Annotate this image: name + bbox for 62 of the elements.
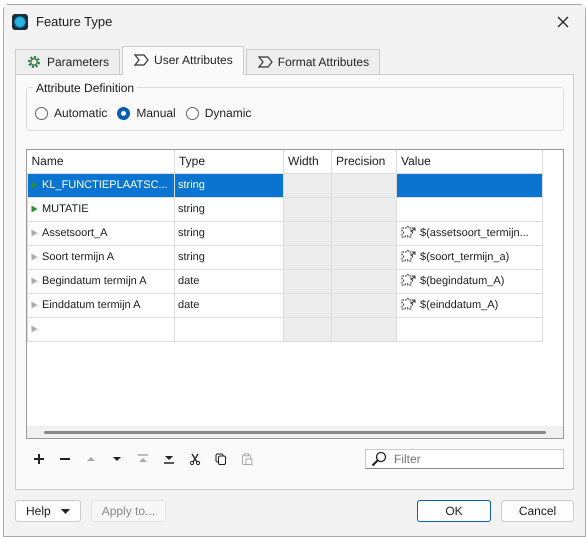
table-cell[interactable]: Soort termijn A <box>28 245 174 269</box>
scissors-icon <box>189 453 201 465</box>
move-top-icon <box>137 453 149 465</box>
table-cell[interactable]: KL_FUNCTIEPLAATSC... <box>28 173 174 197</box>
column-header[interactable]: Precision <box>332 150 396 173</box>
radio-button[interactable]: Dynamic <box>186 104 252 122</box>
column-header[interactable]: Value <box>396 150 542 173</box>
plus-icon <box>33 453 45 465</box>
app-icon <box>12 14 28 30</box>
table-row[interactable]: MUTATIE string <box>28 197 542 221</box>
table-row[interactable]: KL_FUNCTIEPLAATSC... string <box>28 173 542 197</box>
tab[interactable]: Parameters <box>15 49 120 74</box>
table-row[interactable]: Einddatum termijn A date $(einddatum_A) <box>28 293 542 317</box>
copy-icon <box>215 453 227 465</box>
column-header[interactable]: Type <box>174 150 284 173</box>
paste-icon <box>241 453 253 465</box>
tab[interactable]: User Attributes <box>122 46 244 75</box>
table-cell[interactable]: $(begindatum_A) <box>396 269 542 293</box>
dialog-button[interactable]: Help <box>15 500 81 522</box>
puzzle-link-icon <box>400 226 416 240</box>
table-cell[interactable]: Assetsoort_A <box>28 221 174 245</box>
table-cell[interactable]: $(soort_termijn_a) <box>396 245 542 269</box>
radio-button[interactable]: Manual <box>117 104 176 122</box>
table-cell[interactable]: $(assetsoort_termijn... <box>396 221 542 245</box>
table-row[interactable]: Soort termijn A string $(soort_termijn_a) <box>28 245 542 269</box>
sigma-icon <box>256 54 273 70</box>
filter-field[interactable]: Filter <box>365 449 564 469</box>
table-cell[interactable]: string <box>174 245 284 269</box>
table-cell[interactable] <box>396 173 542 197</box>
close-icon <box>557 16 569 28</box>
table-cell[interactable] <box>174 317 284 341</box>
radio-indicator[interactable] <box>117 106 130 120</box>
caret-icon <box>60 508 70 514</box>
radio-button[interactable]: Automatic <box>35 104 108 122</box>
dialog-button[interactable]: OK <box>417 500 491 522</box>
table-cell[interactable]: $(einddatum_A) <box>396 293 542 317</box>
column-header[interactable]: Name <box>28 150 174 173</box>
table-cell[interactable]: string <box>174 197 284 221</box>
table-row[interactable]: Assetsoort_A string $(assetsoort_termijn... <box>28 221 542 245</box>
table-cell[interactable]: Einddatum termijn A <box>28 293 174 317</box>
sigma-icon <box>133 52 150 68</box>
table-cell[interactable]: Begindatum termijn A <box>28 269 174 293</box>
table-cell[interactable]: date <box>174 293 284 317</box>
table-cell[interactable]: MUTATIE <box>28 197 174 221</box>
table-row[interactable]: Begindatum termijn A date $(begindatum_A) <box>28 269 542 293</box>
table-cell[interactable]: date <box>174 269 284 293</box>
puzzle-link-icon <box>400 250 416 264</box>
search-icon <box>371 451 387 467</box>
window-title: Feature Type <box>36 12 112 31</box>
table-cell[interactable] <box>28 317 174 341</box>
tab[interactable]: Format Attributes <box>246 49 380 74</box>
dialog-button[interactable]: Cancel <box>501 500 574 522</box>
puzzle-link-icon <box>400 298 416 312</box>
move-bottom-icon <box>163 453 175 465</box>
table-cell[interactable]: string <box>174 173 284 197</box>
gear-icon <box>26 54 42 70</box>
radio-indicator[interactable] <box>186 106 199 120</box>
table-cell[interactable]: string <box>174 221 284 245</box>
column-header[interactable]: Width <box>284 150 332 173</box>
puzzle-link-icon <box>400 274 416 288</box>
radio-indicator[interactable] <box>35 106 48 120</box>
horizontal-scrollbar[interactable] <box>27 426 563 438</box>
